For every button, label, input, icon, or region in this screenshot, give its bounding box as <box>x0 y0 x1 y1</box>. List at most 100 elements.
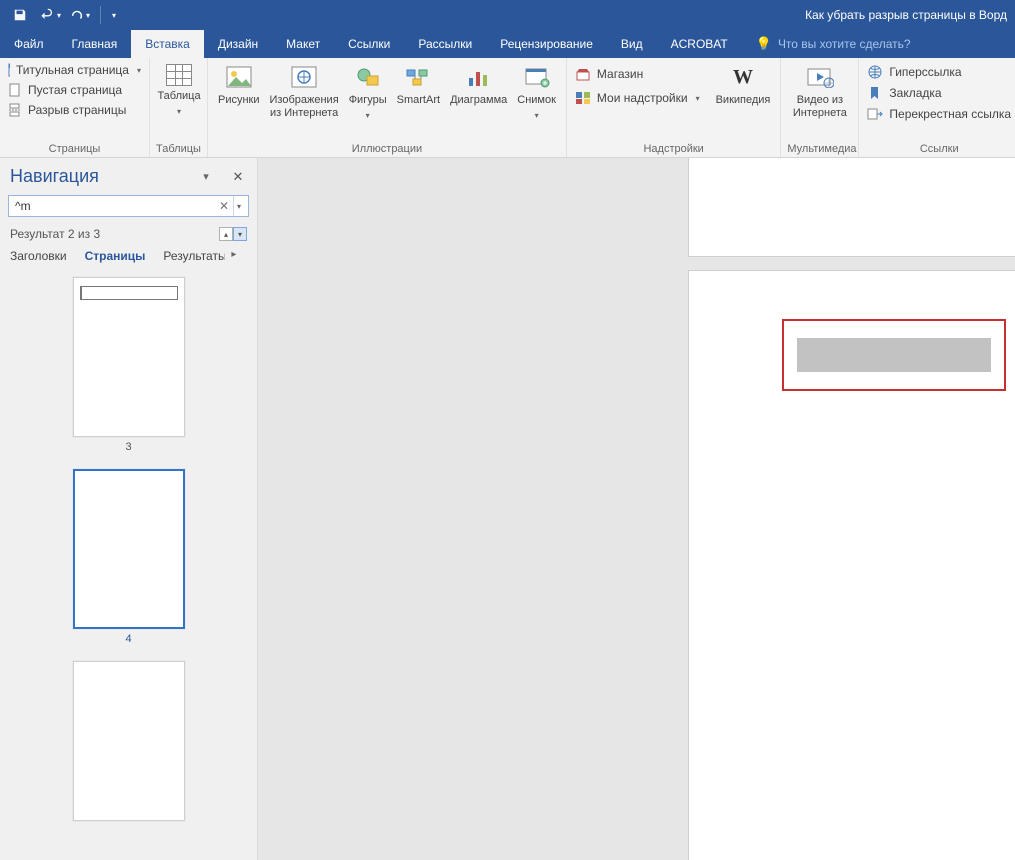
online-video-button[interactable]: Видео из Интернета <box>787 62 852 121</box>
nav-search-input[interactable] <box>15 199 215 213</box>
group-illustrations: Рисунки Изображения из Интернета Фигуры … <box>208 58 567 157</box>
tab-mailings[interactable]: Рассылки <box>404 30 486 58</box>
shapes-button[interactable]: Фигуры ▾ <box>345 62 391 122</box>
crossref-button[interactable]: Перекрестная ссылка <box>865 106 1013 122</box>
group-illustrations-label: Иллюстрации <box>214 141 560 155</box>
nav-menu-button[interactable]: ▾ <box>197 168 215 186</box>
bookmark-button[interactable]: Закладка <box>865 85 1013 101</box>
save-button[interactable] <box>6 3 34 27</box>
online-pictures-button[interactable]: Изображения из Интернета <box>266 62 343 121</box>
qat-customize[interactable]: ▾ <box>107 3 121 27</box>
nav-tab-scroll[interactable]: ▸ <box>231 249 241 263</box>
pictures-icon <box>225 64 253 90</box>
smartart-button[interactable]: SmartArt <box>393 62 444 109</box>
smartart-icon <box>404 64 432 90</box>
cover-page-label: Титульная страница <box>16 63 129 77</box>
tab-design[interactable]: Дизайн <box>204 30 272 58</box>
store-icon <box>575 67 591 81</box>
group-tables: Таблица ▾ Таблицы <box>150 58 208 157</box>
ribbon-body: Титульная страница ▾ Пустая страница Раз… <box>0 58 1015 158</box>
selection-bar <box>797 338 991 372</box>
cover-page-icon <box>8 63 10 77</box>
thumb-label: 3 <box>125 441 131 453</box>
dropdown-icon: ▾ <box>177 107 181 116</box>
tab-home[interactable]: Главная <box>58 30 132 58</box>
group-addins: Магазин Мои надстройки ▾ W Википедия Над… <box>567 58 781 157</box>
tab-insert[interactable]: Вставка <box>131 30 204 58</box>
my-addins-button[interactable]: Мои надстройки ▾ <box>573 90 702 106</box>
dropdown-icon: ▾ <box>112 11 116 20</box>
nav-tab-headings[interactable]: Заголовки <box>10 249 67 263</box>
tab-view[interactable]: Вид <box>607 30 657 58</box>
page-break-label: Разрыв страницы <box>28 103 126 117</box>
addins-icon <box>575 91 591 105</box>
nav-search-dropdown[interactable]: ▾ <box>233 196 244 216</box>
nav-tab-pages[interactable]: Страницы <box>85 249 146 263</box>
shapes-label: Фигуры <box>349 94 387 107</box>
ribbon-tabs: Файл Главная Вставка Дизайн Макет Ссылки… <box>0 30 1015 58</box>
thumb-page-5[interactable] <box>0 661 257 825</box>
nav-prev-result[interactable]: ▴ <box>219 227 233 241</box>
nav-title: Навигация <box>10 166 99 187</box>
nav-next-result[interactable]: ▾ <box>233 227 247 241</box>
nav-search[interactable]: ✕ ▾ <box>8 195 249 217</box>
mini-table-icon <box>80 286 178 300</box>
quick-access-toolbar: ▾ ▾ ▾ <box>6 3 121 27</box>
table-button[interactable]: Таблица ▾ <box>156 62 202 118</box>
store-label: Магазин <box>597 67 643 81</box>
cover-page-button[interactable]: Титульная страница ▾ <box>6 62 143 78</box>
tab-file[interactable]: Файл <box>0 30 58 58</box>
blank-page-button[interactable]: Пустая страница <box>6 82 143 98</box>
redo-button[interactable]: ▾ <box>66 3 94 27</box>
tab-layout[interactable]: Макет <box>272 30 334 58</box>
group-media: Видео из Интернета Мультимедиа <box>781 58 859 157</box>
chart-button[interactable]: Диаграмма <box>446 62 511 109</box>
document-area[interactable] <box>258 158 1015 860</box>
bulb-icon: 💡 <box>756 36 772 52</box>
pictures-button[interactable]: Рисунки <box>214 62 264 109</box>
nav-result-text: Результат 2 из 3 <box>10 227 100 241</box>
store-button[interactable]: Магазин <box>573 66 702 82</box>
video-icon <box>806 64 834 90</box>
wikipedia-button[interactable]: W Википедия <box>712 62 775 109</box>
shapes-icon <box>354 64 382 90</box>
hyperlink-icon <box>867 65 883 79</box>
chart-label: Диаграмма <box>450 94 507 107</box>
table-label: Таблица <box>157 90 200 103</box>
pictures-label: Рисунки <box>218 94 260 107</box>
tab-references[interactable]: Ссылки <box>334 30 404 58</box>
tab-acrobat[interactable]: ACROBAT <box>657 30 742 58</box>
nav-close-button[interactable]: ✕ <box>229 168 247 186</box>
dropdown-icon: ▾ <box>696 94 700 103</box>
screenshot-button[interactable]: Снимок ▾ <box>513 62 560 122</box>
redo-icon <box>70 8 84 22</box>
dropdown-icon: ▾ <box>535 111 539 120</box>
smartart-label: SmartArt <box>397 94 440 107</box>
navigation-pane: Навигация ▾ ✕ ✕ ▾ Результат 2 из 3 ▴ ▾ З… <box>0 158 258 860</box>
chart-icon <box>465 64 493 90</box>
dropdown-icon: ▾ <box>86 11 90 20</box>
thumb-page-4[interactable]: 4 <box>0 469 257 645</box>
hyperlink-button[interactable]: Гиперссылка <box>865 64 1013 80</box>
online-pictures-label: Изображения из Интернета <box>270 94 339 119</box>
page-break-icon <box>8 103 22 117</box>
crossref-icon <box>867 107 883 121</box>
tell-me-search[interactable]: 💡 <box>746 30 968 58</box>
wikipedia-icon: W <box>729 64 757 90</box>
tab-review[interactable]: Рецензирование <box>486 30 607 58</box>
blank-page-label: Пустая страница <box>28 83 122 97</box>
group-pages: Титульная страница ▾ Пустая страница Раз… <box>0 58 150 157</box>
document-title: Как убрать разрыв страницы в Ворд <box>805 8 1009 22</box>
tell-me-input[interactable] <box>778 37 958 51</box>
screenshot-icon <box>523 64 551 90</box>
page-break-button[interactable]: Разрыв страницы <box>6 102 143 118</box>
thumb-page-3[interactable]: 3 <box>0 277 257 453</box>
hyperlink-label: Гиперссылка <box>889 65 961 79</box>
online-pictures-icon <box>290 64 318 90</box>
page-previous[interactable] <box>688 158 1015 257</box>
nav-search-clear[interactable]: ✕ <box>215 199 233 213</box>
undo-button[interactable]: ▾ <box>36 3 64 27</box>
nav-tab-results[interactable]: Результаты <box>163 249 225 263</box>
bookmark-icon <box>867 86 883 100</box>
bookmark-label: Закладка <box>889 86 941 100</box>
